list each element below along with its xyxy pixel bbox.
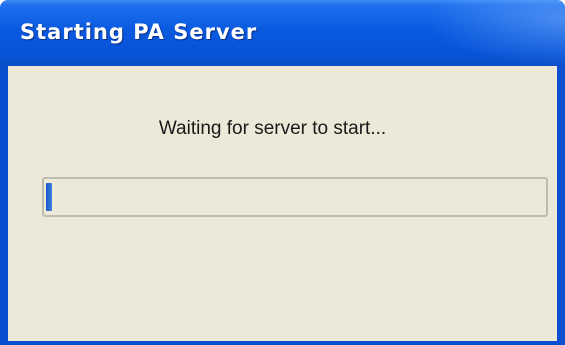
dialog-window: Starting PA Server Waiting for server to… [0,0,565,345]
status-message: Waiting for server to start... [158,118,387,139]
title-bar[interactable]: Starting PA Server [0,0,565,66]
progress-bar-fill [46,183,52,211]
window-title: Starting PA Server [20,20,258,44]
progress-bar [42,177,548,217]
dialog-body: Waiting for server to start... [8,66,557,341]
